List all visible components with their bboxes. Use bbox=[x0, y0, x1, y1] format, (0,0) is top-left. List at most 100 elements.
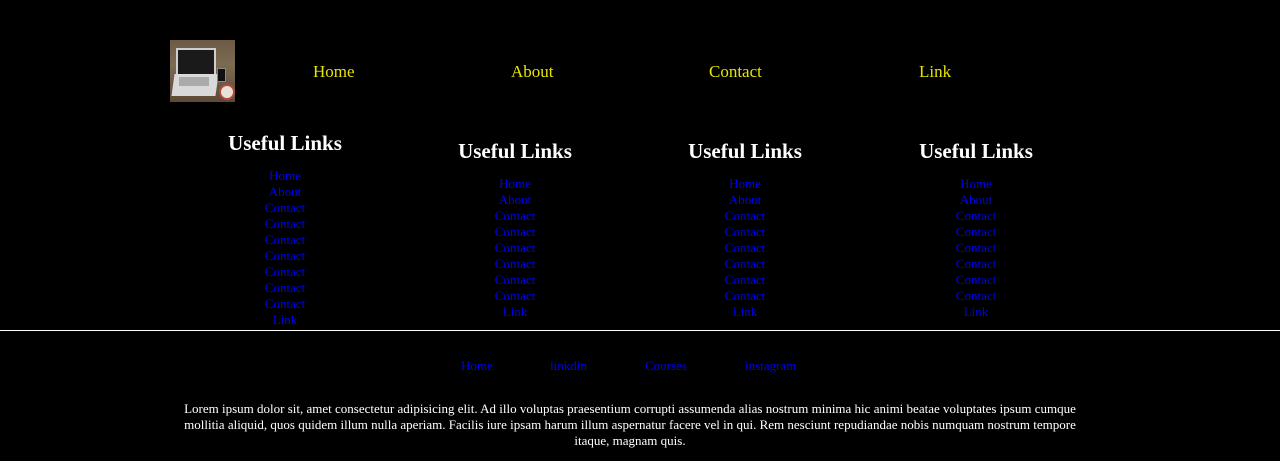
cup-graphic bbox=[219, 84, 235, 100]
list-item: Contact bbox=[861, 256, 1091, 272]
page: Home About Contact Link Useful Links Hom… bbox=[0, 0, 1280, 461]
column-title: Useful Links bbox=[458, 139, 572, 163]
column-title: Useful Links bbox=[688, 139, 802, 163]
list-item: Contact bbox=[630, 240, 860, 256]
column-link[interactable]: Contact bbox=[956, 272, 996, 287]
column-link[interactable]: Home bbox=[960, 176, 992, 191]
list-item: Home bbox=[630, 176, 860, 192]
list-item: Contact bbox=[630, 272, 860, 288]
column-link[interactable]: Home bbox=[269, 168, 301, 183]
column-link[interactable]: Contact bbox=[495, 224, 535, 239]
column-link[interactable]: Contact bbox=[265, 200, 305, 215]
column-link[interactable]: Contact bbox=[725, 288, 765, 303]
column-link[interactable]: Contact bbox=[956, 224, 996, 239]
column-link[interactable]: Contact bbox=[495, 288, 535, 303]
column-link[interactable]: Link bbox=[733, 304, 758, 319]
column-link[interactable]: Home bbox=[729, 176, 761, 191]
column-link[interactable]: Contact bbox=[495, 240, 535, 255]
column-link[interactable]: Contact bbox=[725, 240, 765, 255]
column-link[interactable]: Contact bbox=[956, 288, 996, 303]
list-item: Contact bbox=[630, 208, 860, 224]
nav-contact-link[interactable]: Contact bbox=[709, 62, 762, 82]
footer-courses-link[interactable]: Courses bbox=[645, 358, 687, 374]
useful-links-column-3: Useful Links Home About Contact Contact … bbox=[630, 139, 860, 320]
column-link-list: Home About Contact Contact Contact Conta… bbox=[630, 176, 860, 320]
column-link[interactable]: Contact bbox=[956, 256, 996, 271]
column-link[interactable]: Link bbox=[964, 304, 989, 319]
column-link[interactable]: Contact bbox=[265, 264, 305, 279]
list-item: Link bbox=[170, 312, 400, 328]
list-item: Contact bbox=[170, 232, 400, 248]
column-link[interactable]: Contact bbox=[265, 296, 305, 311]
list-item: Contact bbox=[400, 240, 630, 256]
list-item: Contact bbox=[861, 240, 1091, 256]
nav-link-link[interactable]: Link bbox=[919, 62, 951, 82]
list-item: Contact bbox=[400, 208, 630, 224]
footer-divider bbox=[0, 330, 1280, 331]
column-link-list: Home About Contact Contact Contact Conta… bbox=[400, 176, 630, 320]
list-item: Contact bbox=[861, 288, 1091, 304]
list-item: Contact bbox=[400, 256, 630, 272]
column-link[interactable]: Contact bbox=[956, 208, 996, 223]
list-item: Contact bbox=[400, 272, 630, 288]
nav-about-link[interactable]: About bbox=[511, 62, 554, 82]
footer-linkedin-link[interactable]: linkdin bbox=[550, 358, 587, 374]
list-item: Contact bbox=[170, 248, 400, 264]
column-link[interactable]: About bbox=[729, 192, 762, 207]
column-link[interactable]: About bbox=[499, 192, 532, 207]
useful-links-column-4: Useful Links Home About Contact Contact … bbox=[861, 139, 1091, 320]
list-item: Link bbox=[630, 304, 860, 320]
useful-links-column-2: Useful Links Home About Contact Contact … bbox=[400, 139, 630, 320]
useful-links-column-1: Useful Links Home About Contact Contact … bbox=[170, 131, 400, 328]
list-item: Contact bbox=[630, 256, 860, 272]
column-title: Useful Links bbox=[919, 139, 1033, 163]
list-item: Link bbox=[861, 304, 1091, 320]
column-title: Useful Links bbox=[228, 131, 342, 155]
list-item: Contact bbox=[400, 288, 630, 304]
column-link[interactable]: About bbox=[960, 192, 993, 207]
list-item: Contact bbox=[861, 208, 1091, 224]
footer-home-link[interactable]: Home bbox=[461, 358, 493, 374]
list-item: Home bbox=[170, 168, 400, 184]
column-link[interactable]: Contact bbox=[265, 216, 305, 231]
phone-graphic bbox=[217, 68, 226, 82]
column-link[interactable]: Contact bbox=[495, 272, 535, 287]
list-item: Contact bbox=[170, 280, 400, 296]
column-link[interactable]: Contact bbox=[265, 232, 305, 247]
list-item: About bbox=[630, 192, 860, 208]
list-item: Home bbox=[861, 176, 1091, 192]
column-link[interactable]: Link bbox=[273, 312, 298, 327]
column-link[interactable]: Contact bbox=[265, 248, 305, 263]
laptop-screen-graphic bbox=[176, 48, 216, 74]
column-link[interactable]: Contact bbox=[725, 272, 765, 287]
laptop-keyboard-graphic bbox=[179, 77, 209, 86]
column-link[interactable]: Contact bbox=[725, 208, 765, 223]
list-item: Home bbox=[400, 176, 630, 192]
column-link[interactable]: Contact bbox=[495, 208, 535, 223]
column-link[interactable]: Link bbox=[503, 304, 528, 319]
nav-home-link[interactable]: Home bbox=[313, 62, 355, 82]
logo-image[interactable] bbox=[170, 40, 235, 102]
column-link[interactable]: Home bbox=[499, 176, 531, 191]
column-link[interactable]: Contact bbox=[725, 256, 765, 271]
list-item: Contact bbox=[170, 296, 400, 312]
column-link[interactable]: Contact bbox=[495, 256, 535, 271]
list-item: Contact bbox=[861, 272, 1091, 288]
list-item: Link bbox=[400, 304, 630, 320]
footer-instagram-link[interactable]: instagram bbox=[745, 358, 796, 374]
column-link[interactable]: Contact bbox=[725, 224, 765, 239]
list-item: Contact bbox=[861, 224, 1091, 240]
column-link[interactable]: Contact bbox=[956, 240, 996, 255]
footer-description: Lorem ipsum dolor sit, amet consectetur … bbox=[184, 401, 1076, 448]
list-item: About bbox=[861, 192, 1091, 208]
column-link[interactable]: Contact bbox=[265, 280, 305, 295]
list-item: About bbox=[400, 192, 630, 208]
list-item: Contact bbox=[170, 216, 400, 232]
list-item: Contact bbox=[400, 224, 630, 240]
list-item: Contact bbox=[170, 264, 400, 280]
list-item: About bbox=[170, 184, 400, 200]
list-item: Contact bbox=[630, 224, 860, 240]
column-link[interactable]: About bbox=[269, 184, 302, 199]
list-item: Contact bbox=[630, 288, 860, 304]
list-item: Contact bbox=[170, 200, 400, 216]
